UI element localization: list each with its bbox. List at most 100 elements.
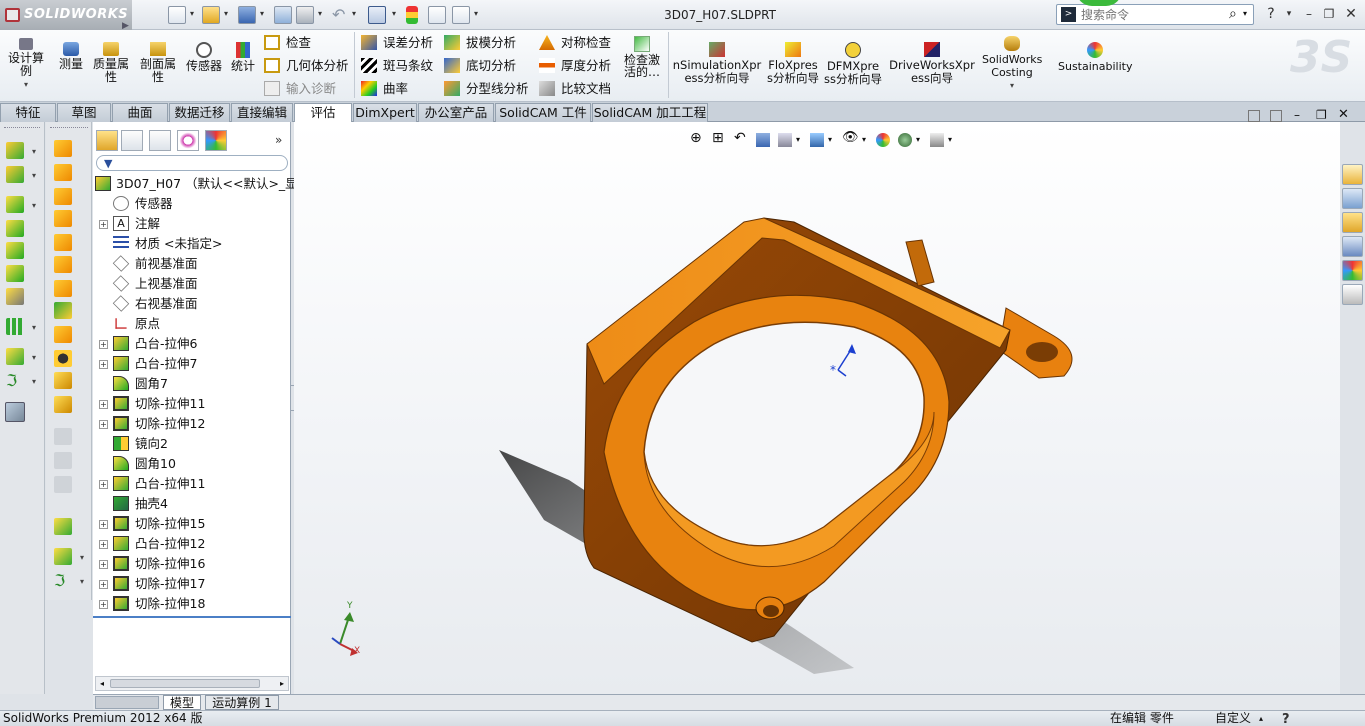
helix-icon[interactable]: ℑ	[54, 572, 72, 589]
hole-wizard-icon[interactable]	[54, 350, 72, 367]
driveworksxpress-button[interactable]: DriveWorksXpress向导	[886, 42, 978, 85]
zoom-to-area-icon[interactable]: ⊞	[712, 130, 730, 148]
print-dropdown-icon[interactable]: ▾	[318, 9, 322, 18]
boss-dropdown-icon[interactable]: ▾	[32, 147, 36, 156]
scroll-right-icon[interactable]: ▸	[276, 677, 288, 690]
tree-horizontal-scrollbar[interactable]: ◂ ▸	[95, 676, 289, 691]
swept-boss-icon[interactable]	[6, 196, 24, 213]
point-dropdown-icon[interactable]: ▾	[80, 553, 84, 562]
previous-view-icon[interactable]: ↶	[734, 130, 752, 148]
design-study-button[interactable]: 设计算例 ▾	[6, 38, 46, 91]
draft-analysis-button[interactable]: 拔模分析	[444, 35, 516, 50]
tree-item-cut[interactable]: + 切除-拉伸12	[93, 414, 291, 434]
view-settings-icon[interactable]	[930, 133, 944, 147]
chamfer-icon[interactable]	[54, 164, 72, 181]
close-icon[interactable]: ✕	[1342, 6, 1360, 22]
tree-item-cut[interactable]: + 切除-拉伸15	[93, 514, 291, 534]
tree-item-plane[interactable]: 上视基准面	[93, 274, 291, 294]
expand-toggle-icon[interactable]: +	[99, 400, 108, 409]
expand-toggle-icon[interactable]: +	[99, 600, 108, 609]
help-icon[interactable]: ?	[1262, 6, 1280, 22]
property-manager-tab-icon[interactable]	[121, 130, 143, 151]
tree-item-fillet[interactable]: 圆角7	[93, 374, 291, 394]
intersect-icon[interactable]	[54, 372, 72, 389]
scroll-left-icon[interactable]: ◂	[96, 677, 108, 690]
curves-dropdown-icon[interactable]: ▾	[32, 377, 36, 386]
parting-line-analysis-button[interactable]: 分型线分析	[444, 81, 529, 96]
check-button[interactable]: 检查	[264, 35, 311, 50]
instant3d-icon[interactable]	[5, 402, 25, 422]
configuration-manager-tab-icon[interactable]	[149, 130, 171, 151]
boundary-boss-icon[interactable]	[6, 242, 24, 259]
tree-item-cut[interactable]: + 切除-拉伸16	[93, 554, 291, 574]
tree-item-cut[interactable]: + 切除-拉伸17	[93, 574, 291, 594]
tab-solidcam-machining[interactable]: SolidCAM 加工工程	[592, 103, 708, 122]
expand-toggle-icon[interactable]: +	[99, 360, 108, 369]
options-dropdown-icon[interactable]: ▾	[474, 9, 478, 18]
new-dropdown-icon[interactable]: ▾	[190, 9, 194, 18]
revolved-boss-icon[interactable]	[6, 166, 24, 183]
tab-scroll-arrows[interactable]	[95, 696, 159, 709]
revolve-dropdown-icon[interactable]: ▾	[32, 171, 36, 180]
simulationxpress-button[interactable]: nSimulationXpress分析向导	[672, 42, 762, 85]
costing-dropdown-icon[interactable]: ▾	[982, 79, 1042, 92]
sustainability-button[interactable]: Sustainability	[1058, 42, 1132, 73]
appearances-icon[interactable]	[1342, 260, 1363, 281]
design-library-icon[interactable]	[1342, 188, 1363, 209]
reference-dropdown-icon[interactable]: ▾	[32, 353, 36, 362]
doc-restore-icon[interactable]: ❐	[1316, 108, 1327, 122]
open-folder-icon[interactable]	[202, 6, 220, 24]
mass-properties-button[interactable]: 质量属性	[92, 42, 130, 84]
doc-close-icon[interactable]: ✕	[1338, 107, 1349, 122]
curves-icon[interactable]: ℑ	[6, 372, 24, 389]
tree-item-sensor[interactable]: 传感器	[93, 194, 291, 214]
tree-item-origin[interactable]: 原点	[93, 314, 291, 334]
rebuild-traffic-light-icon[interactable]	[406, 6, 418, 24]
dome-icon[interactable]	[54, 280, 72, 297]
toolbar-grip[interactable]	[4, 127, 40, 130]
tree-item-shell[interactable]: 抽壳4	[93, 494, 291, 514]
scroll-thumb[interactable]	[110, 679, 260, 688]
restore-icon[interactable]: ❐	[1320, 6, 1338, 22]
solidworks-resources-icon[interactable]	[1342, 164, 1363, 185]
flex-icon[interactable]	[54, 326, 72, 343]
tree-rollback-bar[interactable]	[93, 616, 291, 618]
tile-left-icon[interactable]	[1248, 110, 1260, 122]
lofted-boss-icon[interactable]	[6, 220, 24, 237]
filter-icon[interactable]: ▼	[104, 157, 112, 170]
split-icon[interactable]	[54, 396, 72, 413]
point-icon[interactable]	[54, 548, 72, 565]
tab-office-products[interactable]: 办公室产品	[418, 103, 494, 122]
open-dropdown-icon[interactable]: ▾	[224, 9, 228, 18]
solidworks-logo[interactable]: SOLIDWORKS ▶	[0, 0, 132, 31]
sensor-button[interactable]: 传感器	[184, 42, 224, 73]
check-active-document-button[interactable]: 检查激活的…	[622, 36, 662, 78]
expand-toggle-icon[interactable]: +	[99, 540, 108, 549]
expand-toggle-icon[interactable]: +	[99, 580, 108, 589]
custom-properties-icon[interactable]	[1342, 284, 1363, 305]
toolbar-grip[interactable]	[50, 127, 88, 130]
tree-item-boss[interactable]: + 凸台-拉伸11	[93, 474, 291, 494]
expand-toggle-icon[interactable]: +	[99, 520, 108, 529]
tree-filter[interactable]: ▼	[96, 155, 288, 171]
tree-item-mirror[interactable]: 镜向2	[93, 434, 291, 454]
wrap-icon[interactable]	[54, 256, 72, 273]
compare-documents-button[interactable]: 比较文档	[539, 81, 611, 96]
expand-toggle-icon[interactable]: +	[99, 220, 108, 229]
view-settings-dropdown-icon[interactable]: ▾	[948, 135, 966, 153]
edit-appearance-icon[interactable]	[876, 133, 890, 147]
feature-tree-tab-icon[interactable]	[96, 130, 118, 151]
file-explorer-icon[interactable]	[1342, 212, 1363, 233]
minimize-icon[interactable]: –	[1300, 6, 1318, 22]
dfmxpress-button[interactable]: DFMXpress分析向导	[824, 42, 882, 86]
tab-model[interactable]: 模型	[163, 695, 201, 710]
units-selector[interactable]: 自定义	[1215, 711, 1251, 726]
tab-dimxpert[interactable]: DimXpert	[353, 103, 417, 122]
search-input[interactable]	[1081, 7, 1221, 22]
tree-item-plane[interactable]: 右视基准面	[93, 294, 291, 314]
tab-evaluate[interactable]: 评估	[294, 103, 352, 123]
tree-item-annotation[interactable]: + A 注解	[93, 214, 291, 234]
floxpress-button[interactable]: FloXpress分析向导	[766, 42, 820, 85]
save-dropdown-icon[interactable]: ▾	[260, 9, 264, 18]
undercut-analysis-button[interactable]: 底切分析	[444, 58, 516, 73]
